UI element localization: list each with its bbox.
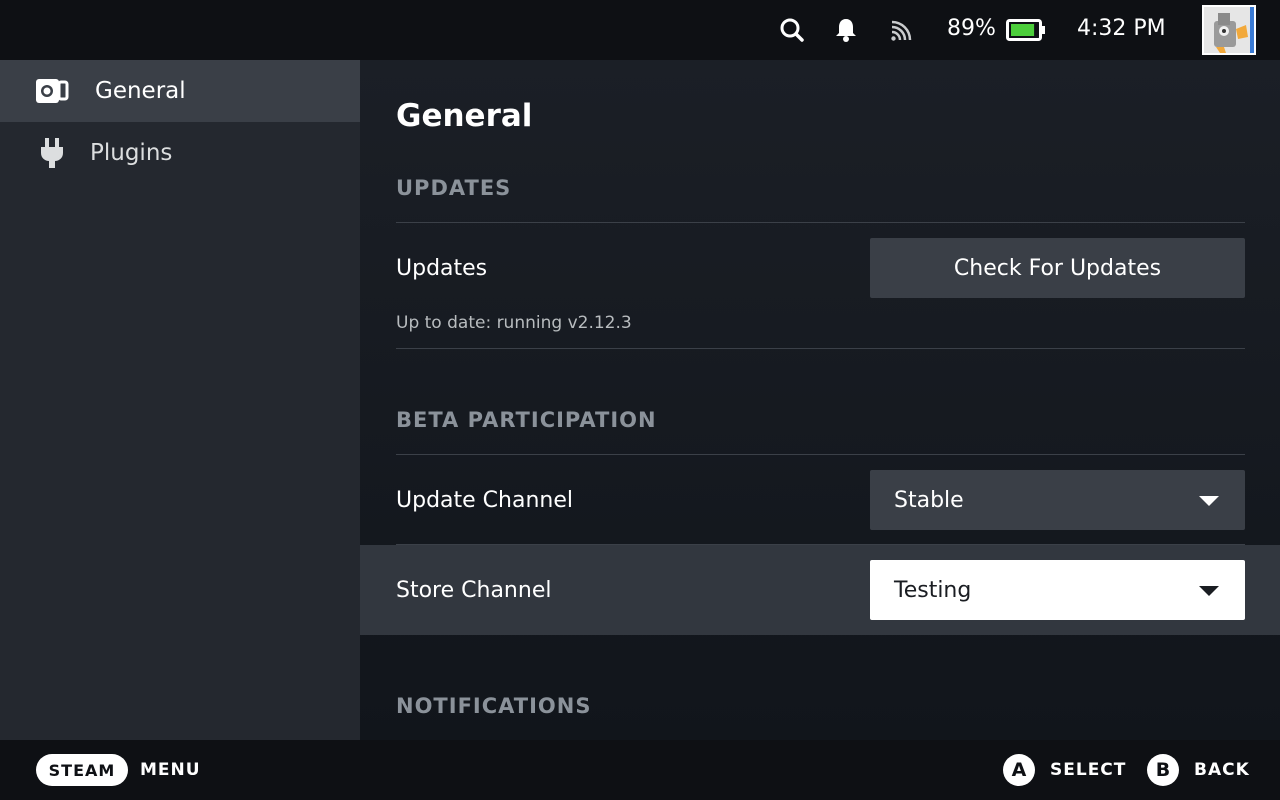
sidebar: General Plugins <box>0 60 360 740</box>
sidebar-item-label: General <box>95 78 186 104</box>
top-bar: 89% 4:32 PM <box>0 0 1280 60</box>
select-label: SELECT <box>1050 760 1127 780</box>
dropdown-value: Testing <box>894 577 972 603</box>
check-for-updates-button[interactable]: Check For Updates <box>870 238 1245 298</box>
settings-panel: General UPDATES Updates Check For Update… <box>360 60 1280 740</box>
avatar[interactable] <box>1202 5 1256 55</box>
battery-fill <box>1011 24 1035 36</box>
sidebar-item-plugins[interactable]: Plugins <box>0 122 360 184</box>
section-title-notifications: NOTIFICATIONS <box>396 694 592 718</box>
steam-button[interactable]: STEAM <box>36 754 128 786</box>
sidebar-item-general[interactable]: General <box>0 60 360 122</box>
back-label: BACK <box>1194 760 1250 780</box>
menu-label: MENU <box>140 760 201 780</box>
a-button-icon[interactable]: A <box>1003 754 1035 786</box>
battery-percent: 89% <box>947 16 996 41</box>
sidebar-item-label: Plugins <box>90 140 173 166</box>
bell-icon[interactable] <box>830 14 862 46</box>
b-button-icon[interactable]: B <box>1147 754 1179 786</box>
plug-icon <box>34 135 70 171</box>
store-channel-dropdown[interactable]: Testing <box>870 560 1245 620</box>
updates-label: Updates <box>396 256 488 281</box>
update-channel-dropdown[interactable]: Stable <box>870 470 1245 530</box>
chevron-down-icon <box>1199 586 1219 596</box>
battery-icon[interactable] <box>1006 19 1046 41</box>
divider <box>396 222 1245 223</box>
search-icon[interactable] <box>776 14 808 46</box>
divider <box>396 348 1245 349</box>
divider <box>396 454 1245 455</box>
clock-time: 4:32 PM <box>1077 16 1166 41</box>
cast-icon[interactable] <box>886 14 918 46</box>
section-title-updates: UPDATES <box>396 176 512 200</box>
store-channel-label: Store Channel <box>396 578 552 603</box>
decky-icon <box>34 73 70 109</box>
update-status-text: Up to date: running v2.12.3 <box>396 313 632 333</box>
page-title: General <box>396 98 533 134</box>
section-title-beta: BETA PARTICIPATION <box>396 408 657 432</box>
bottom-bar: STEAM MENU A SELECT B BACK <box>0 740 1280 800</box>
dropdown-value: Stable <box>894 487 964 513</box>
chevron-down-icon <box>1199 496 1219 506</box>
update-channel-label: Update Channel <box>396 488 573 513</box>
